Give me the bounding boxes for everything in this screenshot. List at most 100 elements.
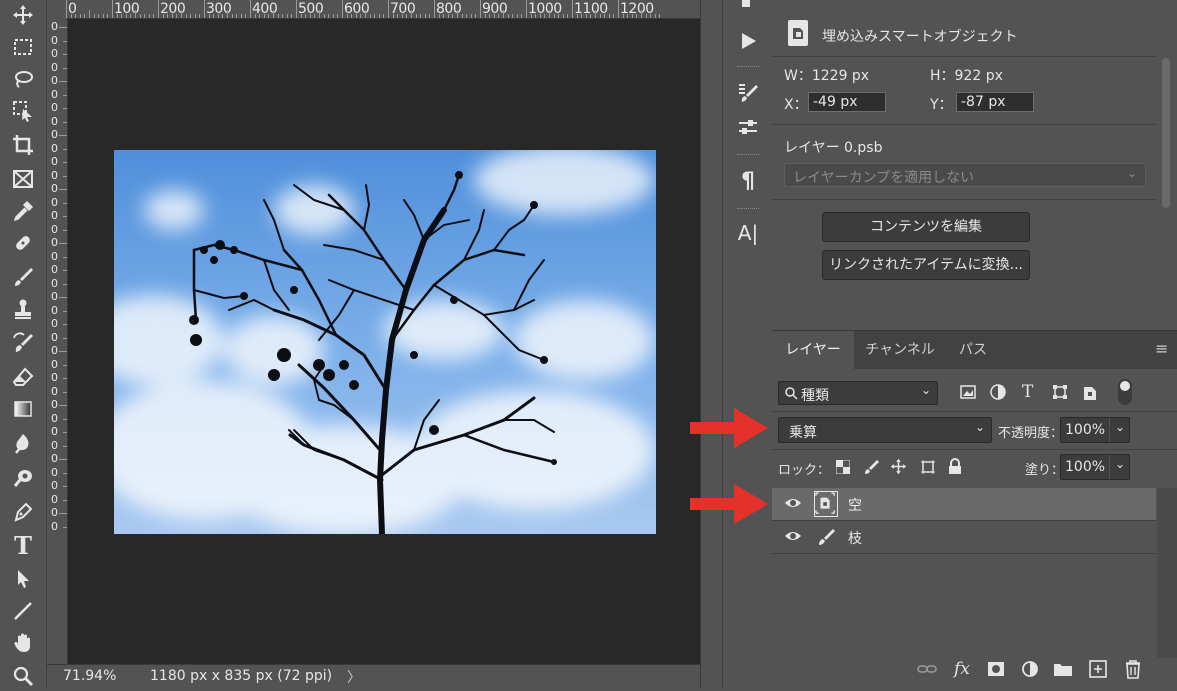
document-image[interactable] [114,150,656,534]
move-tool[interactable] [8,0,38,30]
lock-transparent-icon[interactable] [836,460,850,474]
fill-value: 100% [1065,459,1106,475]
layer-name[interactable]: 枝 [848,528,862,548]
ruler-tick [59,135,67,136]
eraser-tool[interactable] [8,362,38,392]
ruler-minor-tick [144,14,146,18]
marquee-tool[interactable] [8,32,38,62]
fill-slider-button[interactable]: ⌄ [1109,454,1130,480]
lock-artboard-icon[interactable] [920,459,936,475]
smart-object-filter-icon[interactable] [1083,383,1097,401]
tab-layers[interactable]: レイヤー [772,331,854,369]
filter-kind-select[interactable]: 種類 ⌄ [778,381,938,405]
play-panel-button[interactable] [733,26,763,56]
ruler-minor-tick [562,14,564,18]
ruler-tick [59,513,67,514]
ruler-minor-tick [254,14,256,18]
history-brush-tool[interactable] [8,328,38,358]
brush-settings-button[interactable] [733,78,763,108]
ruler-minor-tick [89,10,90,18]
visibility-eye-icon[interactable] [784,529,802,543]
adjustment-layer-icon[interactable] [1019,658,1041,680]
layers-scrollbar[interactable] [1157,488,1177,658]
convert-to-linked-button[interactable]: リンクされたアイテムに変換... [822,250,1030,280]
ruler-minor-tick [227,10,228,18]
lasso-icon [15,71,33,88]
lock-position-icon[interactable] [890,458,907,475]
visibility-eye-icon[interactable] [784,496,802,510]
hand-tool[interactable] [8,628,38,658]
blur-tool[interactable] [8,428,38,458]
link-layers-icon[interactable] [916,658,938,680]
zoom-tool[interactable] [8,661,38,691]
properties-scrollbar[interactable] [1162,58,1170,208]
type-tool[interactable]: T [8,530,38,560]
chevron-down-icon: ⌄ [1115,420,1126,434]
tab-channels[interactable]: チャンネル [854,331,946,369]
ruler-minor-tick [636,14,638,18]
object-select-tool[interactable] [8,96,38,126]
opacity-slider-button[interactable]: ⌄ [1109,417,1130,443]
x-position-input[interactable]: -49 px [808,92,886,112]
lock-all-icon[interactable] [948,458,962,475]
brush-presets-button[interactable] [733,112,763,142]
dodge-tool[interactable] [8,462,38,492]
paragraph-panel-button[interactable]: ¶ [733,166,763,196]
y-position-input[interactable]: -87 px [956,92,1034,112]
stamp-tool[interactable] [8,294,38,324]
layer-name[interactable]: 空 [848,495,862,515]
ruler-label: 0 [51,465,58,479]
type-filter-icon[interactable]: T [1022,382,1033,402]
lock-pixels-icon[interactable] [864,459,880,475]
layer-row-sky[interactable]: 空 [772,488,1156,521]
pen-tool[interactable] [8,496,38,526]
zoom-level[interactable]: 71.94% [63,668,116,684]
gradient-tool[interactable] [8,394,38,424]
ruler-minor-tick [98,14,100,18]
actions-panel-button[interactable] [733,0,763,22]
status-menu-arrow[interactable]: 〉 [347,667,361,687]
ruler-minor-tick [503,10,504,18]
eyedropper-tool[interactable] [8,196,38,226]
panel-menu-icon[interactable]: ≡ [1155,339,1168,358]
blend-mode-select[interactable]: 乗算 ⌄ [778,417,992,443]
ruler-minor-tick [116,14,118,18]
smart-object-thumbnail[interactable] [814,491,838,517]
filter-kind-label: 種類 [801,388,829,404]
layer-row-branch[interactable]: 枝 [772,521,1156,554]
filter-toggle[interactable] [1118,379,1132,405]
lasso-tool[interactable] [8,64,38,94]
document-size: 1180 px x 835 px (72 ppi) [150,668,333,684]
ruler-major-tick [204,0,205,18]
path-select-tool[interactable] [8,564,38,594]
status-bar: 71.94% 1180 px x 835 px (72 ppi) 〉 [47,664,700,690]
ruler-minor-tick [631,14,633,18]
ruler-minor-tick [217,14,219,18]
healing-tool[interactable] [8,228,38,258]
new-group-icon[interactable] [1052,658,1074,680]
tab-paths[interactable]: パス [946,331,1000,369]
add-mask-icon[interactable] [985,658,1007,680]
canvas-scrollbar[interactable] [700,0,723,689]
layer-comp-select[interactable]: レイヤーカンプを適用しない ⌄ [784,163,1146,187]
separator [737,154,759,157]
new-layer-icon[interactable] [1087,658,1109,680]
shape-filter-icon[interactable] [1052,384,1068,400]
character-panel-button[interactable]: A| [733,218,763,248]
brush-tool[interactable] [8,262,38,292]
chevron-down-icon: ⌄ [1115,457,1126,471]
ruler-label: 0 [51,303,58,317]
fx-icon[interactable]: fx [951,658,973,680]
edit-contents-button[interactable]: コンテンツを編集 [822,212,1030,242]
pixel-filter-icon[interactable] [960,385,976,399]
line-icon [14,602,32,620]
delete-layer-icon[interactable] [1122,658,1144,680]
ruler-label: 0 [51,506,58,519]
frame-tool[interactable] [8,164,38,194]
ruler-minor-tick [213,14,215,18]
divider [772,411,1177,412]
adjustment-filter-icon[interactable] [990,384,1006,400]
crop-tool[interactable] [8,130,38,160]
ruler-minor-tick [438,14,440,18]
line-tool[interactable] [8,596,38,626]
